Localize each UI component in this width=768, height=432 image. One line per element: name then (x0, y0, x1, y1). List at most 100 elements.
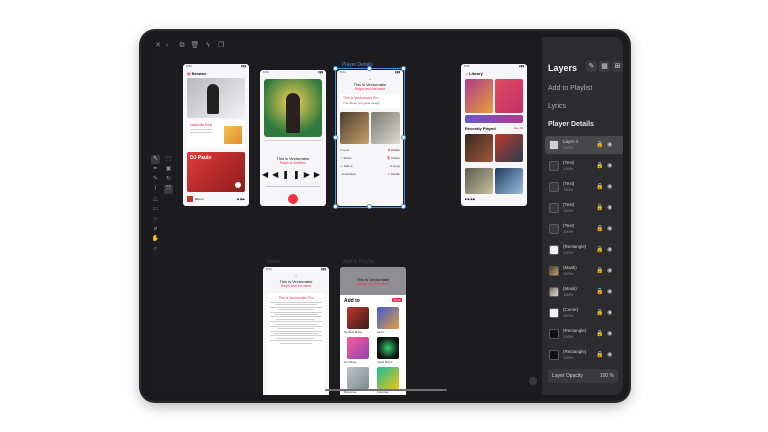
node-tool-icon[interactable]: ▣ (164, 165, 173, 174)
layer-row[interactable]: (Text) 100% 🔒 ◉ (545, 199, 623, 217)
layer-row[interactable]: (Text) 100% 🔒 ◉ (545, 220, 623, 238)
lock-icon[interactable]: 🔒 (596, 309, 603, 316)
heart-button[interactable] (288, 194, 298, 204)
resize-handle[interactable] (333, 204, 338, 209)
lock-icon[interactable]: 🔒 (596, 267, 603, 274)
playlist-tile-6[interactable] (377, 367, 399, 389)
new-playlist-button[interactable]: New (391, 298, 402, 302)
playlist-tile-2[interactable] (377, 307, 399, 329)
playlist-tile-4[interactable] (377, 337, 399, 359)
eye-icon[interactable]: ◉ (607, 246, 612, 253)
playlist-tile-1[interactable] (347, 307, 369, 329)
eye-icon[interactable]: ◉ (607, 141, 612, 148)
duplicate-icon[interactable]: ⧉ (177, 41, 187, 51)
hand-tool-icon[interactable]: ✋ (151, 235, 160, 244)
layer-row[interactable]: (Text) 100% 🔒 ◉ (545, 178, 623, 196)
artboard-browse[interactable]: 9:41 ▮▮▮ ▦ Browse Nashville Best DJ Paulo… (183, 64, 249, 206)
resize-handle[interactable] (333, 135, 338, 140)
browse-title: Browse (191, 71, 207, 76)
eye-icon[interactable]: ◉ (607, 183, 612, 190)
playback-controls[interactable]: ◀◀❚❚▶▶ (260, 170, 326, 179)
shape-tool-icon[interactable]: △ (151, 195, 160, 204)
playlist-card[interactable]: DJ Paulo (187, 152, 245, 192)
lock-icon[interactable]: 🔒 (596, 162, 603, 169)
brush-tool-icon[interactable]: ⌇ (151, 185, 160, 194)
select-tool-icon[interactable]: ↖ (151, 155, 160, 164)
recent-4 (495, 168, 523, 194)
mini-player[interactable]: Bloom ▶ ▶▶ (187, 195, 245, 203)
lock-icon[interactable]: 🔒 (596, 204, 603, 211)
zoom-indicator[interactable] (529, 377, 537, 385)
selection-box[interactable] (335, 68, 405, 208)
lock-icon[interactable]: 🔒 (596, 330, 603, 337)
eye-icon[interactable]: ◉ (607, 330, 612, 337)
layer-group-add-to-playlist[interactable]: Add to Playlist (548, 85, 592, 92)
recent-1 (465, 134, 493, 162)
lock-icon[interactable]: 🔒 (596, 246, 603, 253)
grid-icon[interactable]: ▦ (599, 61, 610, 72)
grid-small-icon[interactable]: ⊞ (612, 61, 623, 72)
layer-row[interactable]: (Curve) 100% 🔒 ◉ (545, 304, 623, 322)
eye-icon[interactable]: ◉ (607, 288, 612, 295)
artist-hero-image (187, 78, 245, 118)
layer-thumbnail (549, 224, 559, 234)
library-mini-player[interactable]: ■ ▶ ▶▶ (465, 197, 523, 203)
lock-icon[interactable]: 🔒 (596, 225, 603, 232)
eye-icon[interactable]: ◉ (607, 162, 612, 169)
layer-row[interactable]: Layer 4 100% 🔒 ◉ (545, 136, 623, 154)
app-canvas[interactable]: ✕ ‹ ⧉ 🗑 ϟ ❐ A ◇ ⧩ ▤ ⊙ ↖ ⬚ ✒ ▣ ✎ ↻ ⌇ ⤧ △ … (147, 37, 623, 395)
eye-icon[interactable]: ◉ (607, 225, 612, 232)
resize-handle[interactable] (401, 66, 406, 71)
artboard-player[interactable]: 9:41 ▮▮▮ This is Vectornator Ralph & Shel… (260, 70, 326, 206)
flash-icon[interactable]: ϟ (203, 41, 213, 51)
layer-opacity-value[interactable]: 100 % (600, 369, 614, 383)
lock-icon[interactable]: 🔒 (596, 183, 603, 190)
see-all-link[interactable]: See All (514, 126, 523, 130)
layer-row[interactable]: (Mask) 100% 🔒 ◉ (545, 283, 623, 301)
lock-icon[interactable]: 🔒 (596, 351, 603, 358)
rectangle-tool-icon[interactable]: ▭ (151, 205, 160, 214)
layer-group-lyrics[interactable]: Lyrics (548, 103, 566, 110)
lock-icon[interactable]: 🔒 (596, 288, 603, 295)
eye-icon[interactable]: ◉ (607, 351, 612, 358)
pen-icon[interactable]: ✎ (586, 61, 597, 72)
resize-handle[interactable] (401, 135, 406, 140)
rotate-tool-icon[interactable]: ↻ (164, 175, 173, 184)
library-title: Library (469, 71, 483, 76)
playlist-tile-3[interactable] (347, 337, 369, 359)
chevron-left-icon[interactable]: ‹ (162, 41, 172, 51)
eyedropper-tool-icon[interactable]: ⌀ (151, 225, 160, 234)
playlist-tile-5[interactable] (347, 367, 369, 389)
eye-icon[interactable]: ◉ (607, 267, 612, 274)
ellipse-tool-icon[interactable]: ○ (151, 215, 160, 224)
resize-handle[interactable] (333, 66, 338, 71)
layer-row[interactable]: (Mask) 100% 🔒 ◉ (545, 262, 623, 280)
eye-icon[interactable]: ◉ (607, 204, 612, 211)
layer-group-player-details[interactable]: Player Details (548, 121, 594, 128)
artboard-add-to-playlist[interactable]: This is Vectornator Ralph and the band A… (340, 267, 406, 395)
layer-row[interactable]: (Rectangle) 100% 🔒 ◉ (545, 325, 623, 343)
artboard-lyrics[interactable]: 9:41 ▮▮▮ ⌄ This is Vectornator Ralph and … (263, 267, 329, 395)
layer-row[interactable]: (Rectangle) 100% 🔒 ◉ (545, 241, 623, 259)
pen-tool-icon[interactable]: ✒ (151, 165, 160, 174)
trash-icon[interactable]: 🗑 (190, 41, 200, 51)
layer-thumbnail (549, 287, 559, 297)
layer-row[interactable]: (Rectangle) 100% 🔒 ◉ (545, 346, 623, 364)
lock-icon[interactable]: 🔒 (596, 141, 603, 148)
resize-handle[interactable] (367, 204, 372, 209)
zoom-tool-icon[interactable]: ⌕ (151, 245, 160, 254)
ipad-frame: ✕ ‹ ⧉ 🗑 ϟ ❐ A ◇ ⧩ ▤ ⊙ ↖ ⬚ ✒ ▣ ✎ ↻ ⌇ ⤧ △ … (141, 31, 629, 401)
resize-handle[interactable] (367, 66, 372, 71)
eye-icon[interactable]: ◉ (607, 309, 612, 316)
scale-tool-icon[interactable]: ⤧ (164, 185, 173, 194)
layer-row[interactable]: (Text) 100% 🔒 ◉ (545, 157, 623, 175)
layer-opacity-control[interactable]: Layer Opacity 100 % (548, 369, 618, 383)
pencil-tool-icon[interactable]: ✎ (151, 175, 160, 184)
chevron-down-icon[interactable]: ⌄ (263, 273, 329, 278)
copy-icon[interactable]: ❐ (216, 41, 226, 51)
direct-select-tool-icon[interactable]: ⬚ (164, 155, 173, 164)
artboard-library[interactable]: 9:41 ▮▮▮ ♫ Library Recently Played See Al… (461, 64, 527, 206)
resize-handle[interactable] (401, 204, 406, 209)
volume-slider[interactable] (266, 186, 320, 187)
lyrics-artist: Ralph and the band (280, 284, 312, 288)
